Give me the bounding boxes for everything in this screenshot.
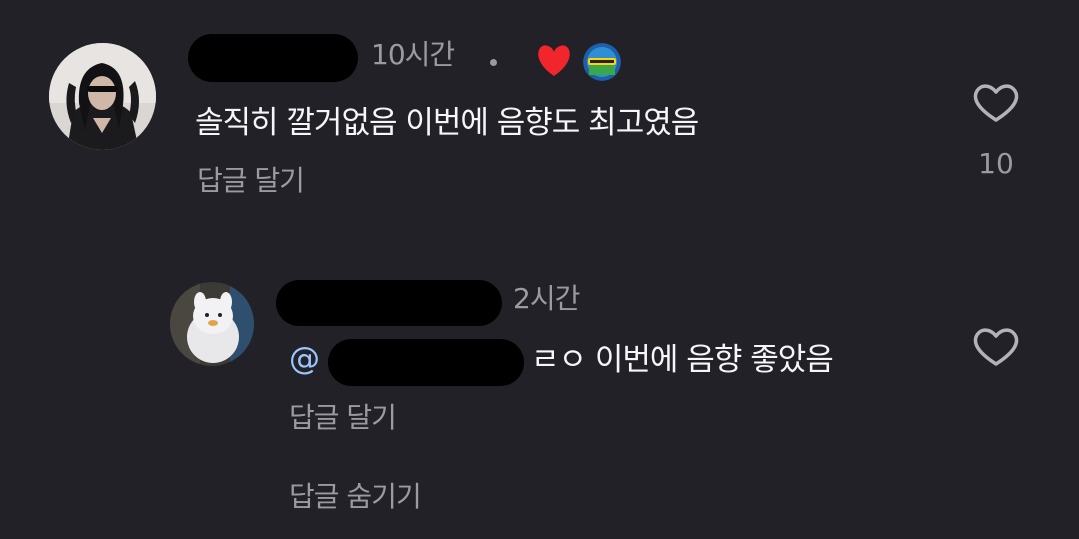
reply-button[interactable]: 답글 달기 — [289, 404, 397, 432]
reply-button[interactable]: 답글 달기 — [197, 167, 305, 195]
comment-timestamp: 10시간 — [371, 38, 455, 71]
mention-at-symbol: @ — [289, 341, 320, 377]
separator-dot — [490, 59, 497, 66]
like-count: 10 — [978, 147, 1014, 180]
fan-badge-icon — [583, 43, 621, 81]
commenter-avatar-image — [49, 43, 156, 150]
hide-replies-button[interactable]: 답글 숨기기 — [289, 483, 422, 511]
reply-timestamp: 2시간 — [513, 282, 580, 315]
replier-avatar[interactable] — [170, 282, 254, 366]
like-heart-outline-icon[interactable] — [973, 326, 1019, 368]
heart-icon — [536, 44, 572, 78]
commenter-username-redacted[interactable] — [188, 34, 358, 82]
reply-text: ㄹㅇ 이번에 음향 좋았음 — [531, 342, 834, 378]
commenter-avatar[interactable] — [49, 43, 156, 150]
mentioned-username-redacted[interactable] — [328, 339, 524, 386]
replier-avatar-image — [170, 282, 254, 366]
replier-username-redacted[interactable] — [276, 280, 502, 326]
comment-text: 솔직히 깔거없음 이번에 음향도 최고였음 — [195, 105, 699, 141]
like-heart-outline-icon[interactable] — [973, 82, 1019, 124]
